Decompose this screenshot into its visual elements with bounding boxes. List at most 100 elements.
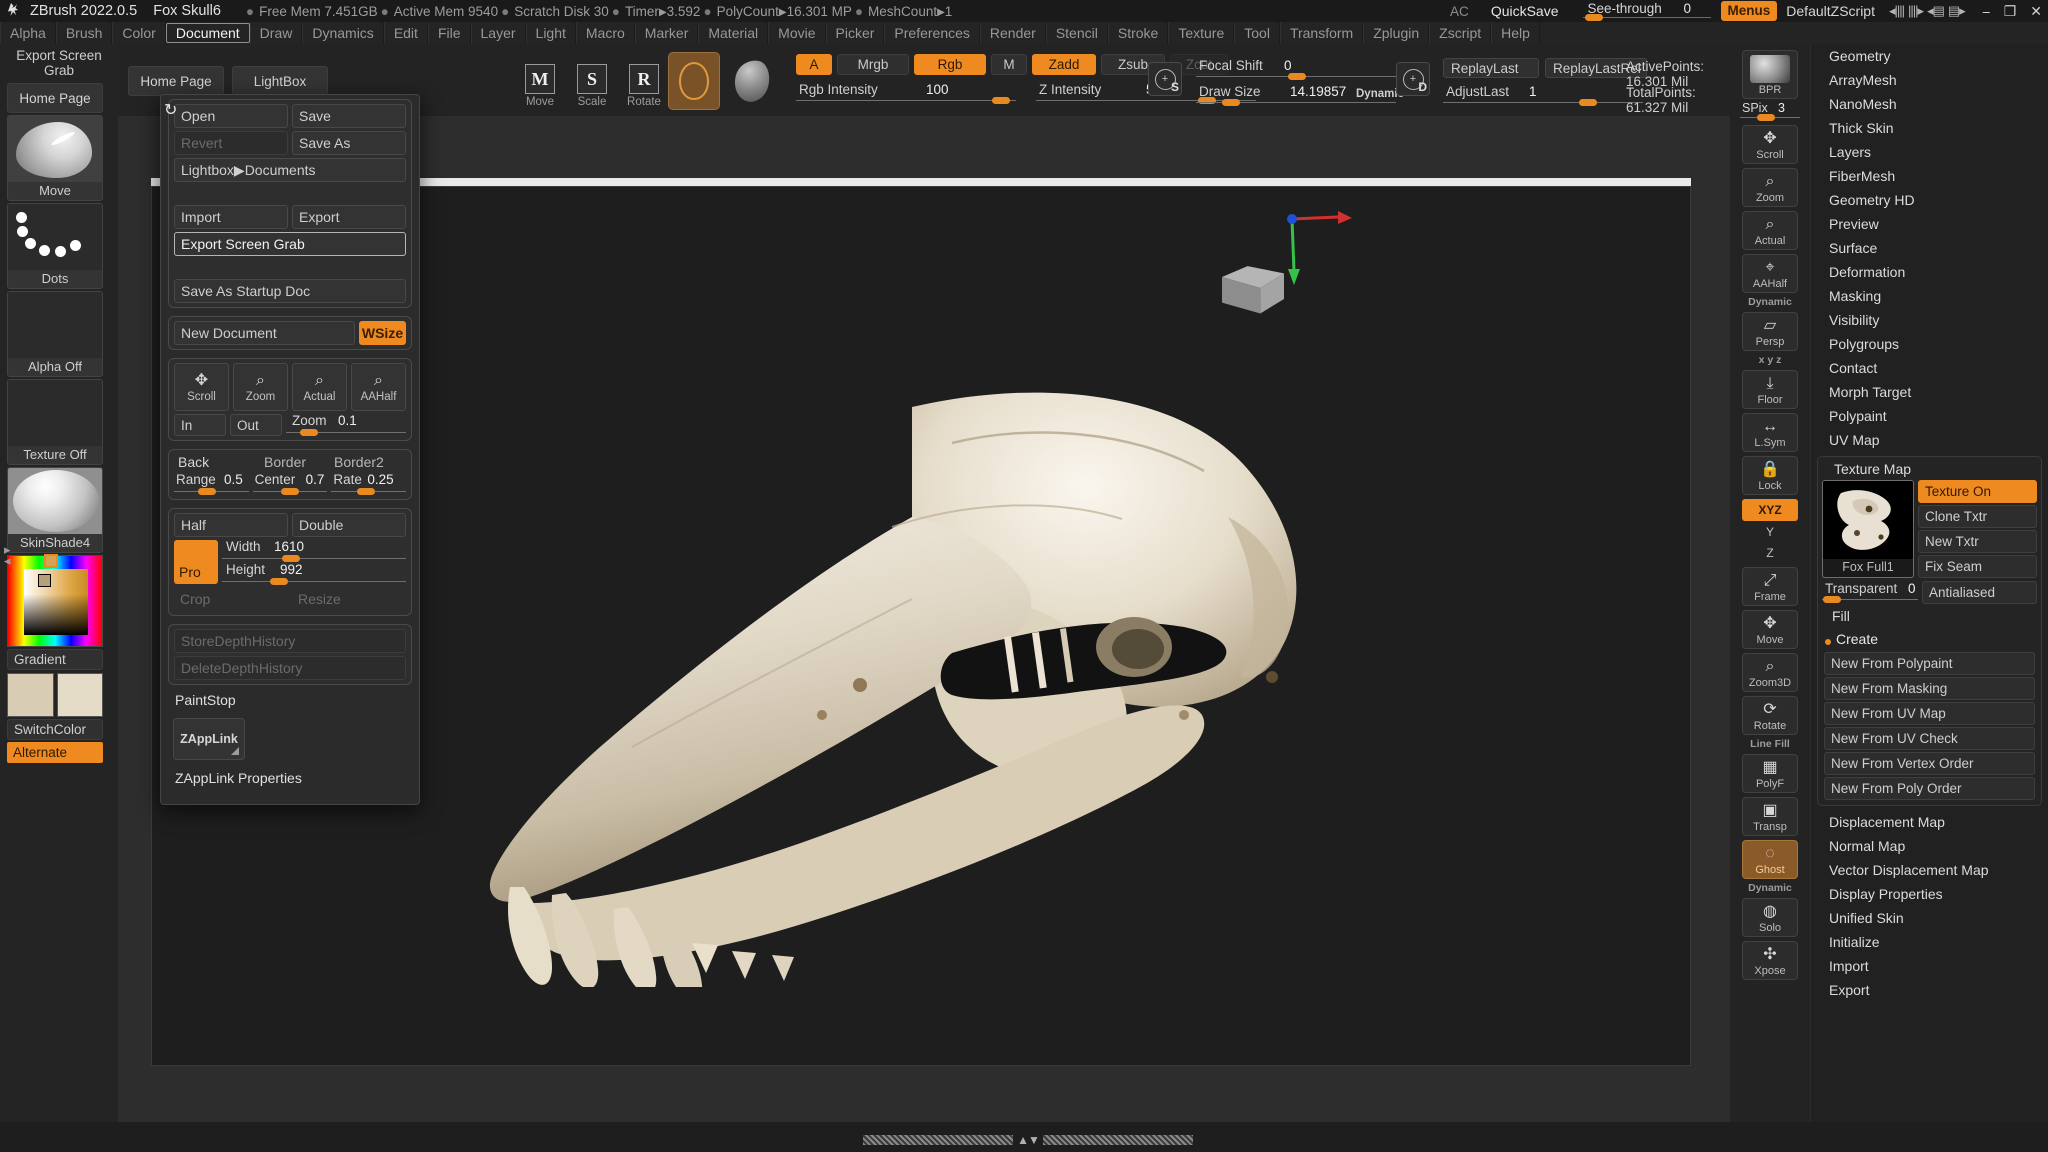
alpha-swatch[interactable]: Alpha Off — [7, 291, 103, 377]
color-swatch-pair[interactable] — [7, 673, 103, 717]
palette-section-geometry-hd[interactable]: Geometry HD — [1811, 188, 2048, 212]
doc-aahalf-button[interactable]: ⌕ AAHalf — [351, 363, 406, 411]
scroll-hatch-right[interactable] — [1042, 1135, 1194, 1145]
menu-item-file[interactable]: File — [427, 22, 471, 44]
material-swatch[interactable]: SkinShade4 — [7, 467, 103, 553]
rt-zoom3d-button[interactable]: ⌕ Zoom3D — [1742, 653, 1798, 692]
palette-section-polygroups[interactable]: Polygroups — [1811, 332, 2048, 356]
center-knob[interactable] — [280, 488, 299, 495]
open-button[interactable]: Open — [174, 104, 288, 128]
rate-slider[interactable]: Rate 0.25 — [331, 472, 407, 495]
rotate-transform-button[interactable]: R Rotate — [622, 54, 666, 110]
zapplink-button[interactable]: ZAppLink — [173, 718, 245, 760]
menu-item-stroke[interactable]: Stroke — [1107, 22, 1169, 44]
double-button[interactable]: Double — [292, 513, 406, 537]
border2-button[interactable]: Border2 — [334, 454, 384, 470]
color-picker-gradient[interactable] — [24, 569, 88, 635]
menu-item-edit[interactable]: Edit — [383, 22, 428, 44]
doc-actual-button[interactable]: ⌕ Actual — [292, 363, 347, 411]
menu-item-light[interactable]: Light — [525, 22, 576, 44]
rt-solo-button[interactable]: ◍ Solo — [1742, 898, 1798, 937]
minimize-icon[interactable]: ⎯ — [1983, 3, 1990, 20]
border-button[interactable]: Border — [264, 454, 330, 470]
texture-swatch[interactable]: Texture Off — [7, 379, 103, 465]
rotate-z-button[interactable]: Z — [1742, 543, 1798, 563]
pro-button[interactable]: Pro — [174, 540, 218, 584]
export-button[interactable]: Export — [292, 205, 406, 229]
rt-actual-button[interactable]: ⌕ Actual — [1742, 211, 1798, 250]
transparent-knob[interactable] — [1823, 596, 1841, 603]
replay-dynamic-button[interactable]: + D — [1396, 62, 1430, 96]
palette-section-thick-skin[interactable]: Thick Skin — [1811, 116, 2048, 140]
rt-scroll-button[interactable]: ✥ Scroll — [1742, 125, 1798, 164]
palette-section-visibility[interactable]: Visibility — [1811, 308, 2048, 332]
secondary-color-swatch[interactable] — [56, 673, 103, 717]
rt-xpose-button[interactable]: ✣ Xpose — [1742, 941, 1798, 980]
fix-seam-button[interactable]: Fix Seam — [1918, 555, 2037, 578]
palette-section-vector-displacement-map[interactable]: Vector Displacement Map — [1811, 858, 2048, 882]
mode-rgb-button[interactable]: Rgb — [914, 54, 986, 75]
main-color-swatch[interactable] — [7, 673, 54, 717]
panel-slide-left-icon[interactable]: ◂|||| — [1889, 3, 1905, 19]
menu-item-brush[interactable]: Brush — [55, 22, 113, 44]
mode-a-button[interactable]: A — [796, 54, 832, 75]
rgb-intensity-knob[interactable] — [992, 97, 1010, 104]
fox-skull-model[interactable] — [392, 347, 1472, 987]
menu-item-texture[interactable]: Texture — [1168, 22, 1235, 44]
tab-home-page[interactable]: Home Page — [128, 66, 224, 96]
move-transform-button[interactable]: M Move — [518, 54, 562, 110]
mode-zadd-button[interactable]: Zadd — [1032, 54, 1096, 75]
palette-section-initialize[interactable]: Initialize — [1811, 930, 2048, 954]
menu-item-zscript[interactable]: Zscript — [1429, 22, 1492, 44]
menu-item-marker[interactable]: Marker — [634, 22, 699, 44]
rt-transp-button[interactable]: ▣ Transp — [1742, 797, 1798, 836]
rotate-y-button[interactable]: Y — [1742, 522, 1798, 542]
antialiased-button[interactable]: Antialiased — [1922, 581, 2037, 604]
zoom-in-button[interactable]: In — [174, 414, 226, 436]
draw-size-dynamic-button[interactable]: + S — [1148, 62, 1182, 96]
create-new-from-uv-check-button[interactable]: New From UV Check — [1824, 727, 2035, 750]
menu-item-render[interactable]: Render — [979, 22, 1046, 44]
create-new-from-poly-order-button[interactable]: New From Poly Order — [1824, 777, 2035, 800]
menu-item-material[interactable]: Material — [698, 22, 769, 44]
shelf-collapse-arrows[interactable]: ▸ ◂ — [4, 543, 11, 567]
palette-section-fibermesh[interactable]: FiberMesh — [1811, 164, 2048, 188]
rate-knob[interactable] — [357, 488, 376, 495]
rt-ghost-button[interactable]: ◌ Ghost — [1742, 840, 1798, 879]
scroll-updown-arrows-icon[interactable]: ▲▼ — [1017, 1133, 1040, 1147]
menu-item-draw[interactable]: Draw — [249, 22, 303, 44]
menu-item-layer[interactable]: Layer — [470, 22, 526, 44]
fill-button[interactable]: Fill — [1822, 604, 2037, 628]
palette-section-layers[interactable]: Layers — [1811, 140, 2048, 164]
draw-mode-button[interactable] — [726, 52, 778, 110]
create-new-from-masking-button[interactable]: New From Masking — [1824, 677, 2035, 700]
rotate-xyz-button[interactable]: XYZ — [1742, 499, 1798, 521]
refresh-icon[interactable]: ↻ — [164, 100, 177, 120]
create-new-from-vertex-order-button[interactable]: New From Vertex Order — [1824, 752, 2035, 775]
palette-section-arraymesh[interactable]: ArrayMesh — [1811, 68, 2048, 92]
scroll-hatch-left[interactable] — [863, 1135, 1014, 1145]
texture-thumbnail-button[interactable]: Fox Full1 — [1822, 480, 1914, 578]
doc-zoom-knob[interactable] — [300, 429, 318, 436]
menu-item-document[interactable]: Document — [165, 23, 250, 43]
tab-lightbox[interactable]: LightBox — [232, 66, 328, 96]
focal-shift-knob[interactable] — [1288, 73, 1306, 80]
draw-size-knob[interactable] — [1222, 99, 1240, 106]
close-icon[interactable]: ✕ — [2030, 3, 2042, 20]
menu-item-transform[interactable]: Transform — [1279, 22, 1364, 44]
palette-section-nanomesh[interactable]: NanoMesh — [1811, 92, 2048, 116]
layout-right-icon[interactable]: ▤▸ — [1948, 3, 1966, 19]
layout-left-icon[interactable]: ◂▤ — [1927, 3, 1945, 19]
palette-section-polypaint[interactable]: Polypaint — [1811, 404, 2048, 428]
menu-item-dynamics[interactable]: Dynamics — [302, 22, 384, 44]
menu-item-stencil[interactable]: Stencil — [1045, 22, 1108, 44]
palette-section-deformation[interactable]: Deformation — [1811, 260, 2048, 284]
rt-lock-button[interactable]: 🔒 Lock — [1742, 456, 1798, 495]
rt-move-button[interactable]: ✥ Move — [1742, 610, 1798, 649]
menu-item-picker[interactable]: Picker — [825, 22, 885, 44]
rt-floor-button[interactable]: ⤓ Floor — [1742, 370, 1798, 409]
canvas-scroll-handle[interactable]: ▲▼ — [863, 1133, 1194, 1147]
create-subpalette[interactable]: Create — [1822, 628, 2037, 650]
zoom-out-button[interactable]: Out — [230, 414, 282, 436]
delete-depth-history-button[interactable]: DeleteDepthHistory — [174, 656, 406, 680]
